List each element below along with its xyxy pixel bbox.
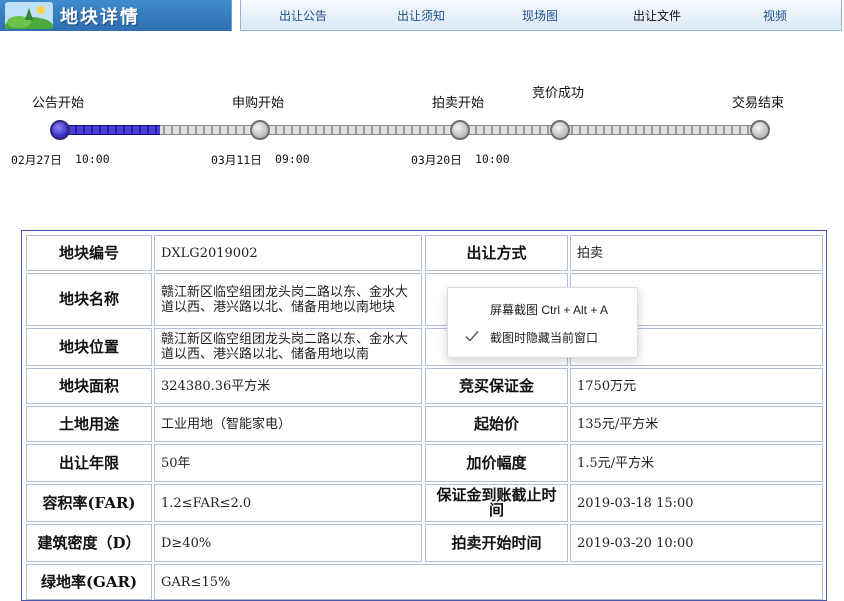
parcel-info-table: 地块编号 DXLG2019002 出让方式 拍卖 地块名称 赣江新区临空组团龙头… [21, 230, 827, 601]
field-value-transfer-method: 拍卖 [570, 235, 823, 271]
stage-time: 10:00 [475, 152, 510, 166]
field-value-parcel-location: 赣江新区临空组团龙头岗二路以东、金水大道以西、港兴路以北、储备用地以南 [154, 328, 422, 366]
field-label-transfer-method: 出让方式 [425, 235, 568, 271]
stage-time: 09:00 [275, 152, 310, 166]
field-value-parcel-id: DXLG2019002 [154, 235, 422, 271]
tab-notice[interactable]: 出让须知 [397, 7, 445, 24]
field-label-far: 容积率(FAR) [26, 484, 152, 522]
field-label-green-ratio: 绿地率(GAR) [26, 564, 152, 600]
menu-item-hide-window[interactable]: 截图时隐藏当前窗口 [448, 324, 639, 350]
field-label-density: 建筑密度（D） [26, 524, 152, 562]
field-value-increment: 1.5元/平方米 [570, 444, 823, 482]
field-value-area: 324380.36平方米 [154, 368, 422, 404]
stage-date: 02月27日 [11, 153, 62, 167]
stage-label: 拍卖开始 [432, 96, 485, 111]
field-label-parcel-location: 地块位置 [26, 328, 152, 366]
field-label-area: 地块面积 [26, 368, 152, 404]
field-value-land-use: 工业用地（智能家电） [154, 406, 422, 442]
field-value-green-ratio: GAR≤15% [154, 564, 823, 600]
field-value-term: 50年 [154, 444, 422, 482]
header-nav: 出让公告 出让须知 现场图 出让文件 视频 [240, 0, 842, 31]
field-value-density: D≥40% [154, 524, 422, 562]
stage-node-current [50, 120, 70, 140]
field-label-land-use: 土地用途 [26, 406, 152, 442]
screenshot-context-menu: 屏幕截图 Ctrl + Alt + A 截图时隐藏当前窗口 [447, 287, 638, 358]
stage-time: 10:00 [75, 152, 110, 166]
tab-site-photos[interactable]: 现场图 [522, 7, 558, 24]
stage-node [750, 120, 770, 140]
stage-label: 竞价成功 [532, 86, 585, 101]
field-value-deposit-deadline: 2019-03-18 15:00 [570, 484, 823, 522]
tab-documents[interactable]: 出让文件 [633, 7, 681, 24]
menu-item-label: 截图时隐藏当前窗口 [490, 331, 599, 345]
field-value-starting-price: 135元/平方米 [570, 406, 823, 442]
stage-node [250, 120, 270, 140]
stage-label: 交易结束 [732, 96, 785, 111]
field-label-deposit: 竞买保证金 [425, 368, 568, 404]
checkmark-icon [465, 331, 479, 342]
tab-announcement[interactable]: 出让公告 [279, 7, 327, 24]
field-value-deposit: 1750万元 [570, 368, 823, 404]
stage-node [450, 120, 470, 140]
field-value-far: 1.2≤FAR≤2.0 [154, 484, 422, 522]
field-value-auction-start: 2019-03-20 10:00 [570, 524, 823, 562]
stage-label: 公告开始 [32, 96, 85, 111]
stage-node [550, 120, 570, 140]
timeline-track [60, 125, 760, 135]
tab-video[interactable]: 视频 [763, 7, 787, 24]
timeline-progress-fill [60, 125, 160, 135]
field-label-term: 出让年限 [26, 444, 152, 482]
field-label-parcel-name: 地块名称 [26, 273, 152, 326]
field-value-parcel-name: 赣江新区临空组团龙头岗二路以东、金水大道以西、港兴路以北、储备用地以南地块 [154, 273, 422, 326]
page-title: 地块详情 [60, 7, 140, 28]
field-label-increment: 加价幅度 [425, 444, 568, 482]
header-logo-bar: 地块详情 [0, 0, 232, 31]
field-label-starting-price: 起始价 [425, 406, 568, 442]
stage-date: 03月11日 [211, 153, 262, 167]
field-label-deposit-deadline: 保证金到账截止时间 [425, 484, 568, 522]
menu-item-label: 屏幕截图 Ctrl + Alt + A [490, 303, 609, 317]
stage-label: 申购开始 [232, 96, 285, 111]
menu-item-screenshot[interactable]: 屏幕截图 Ctrl + Alt + A [448, 296, 639, 322]
landscape-logo-icon [5, 2, 53, 29]
field-label-auction-start: 拍卖开始时间 [425, 524, 568, 562]
field-label-parcel-id: 地块编号 [26, 235, 152, 271]
stage-date: 03月20日 [411, 153, 462, 167]
